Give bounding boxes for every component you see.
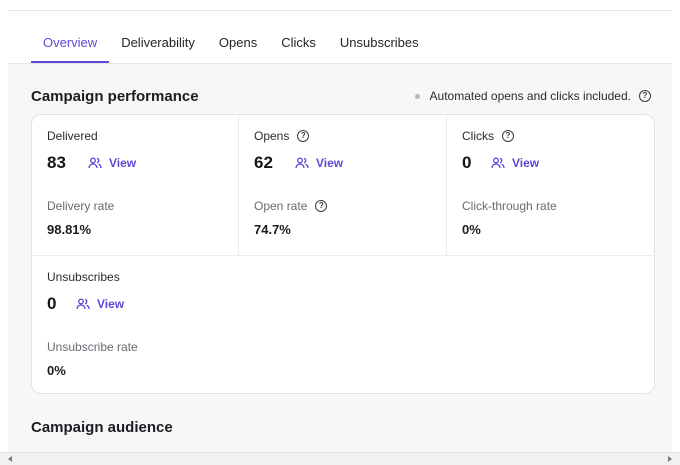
metric-label: Opens xyxy=(254,129,290,143)
scroll-left-icon[interactable] xyxy=(8,456,12,462)
view-unsubscribes-button[interactable]: View xyxy=(76,297,124,311)
view-label: View xyxy=(97,297,125,311)
rate-label: Open rate xyxy=(254,199,308,213)
campaign-performance-title: Campaign performance xyxy=(31,88,199,105)
view-clicks-button[interactable]: View xyxy=(491,156,539,170)
users-icon xyxy=(491,157,505,169)
metric-value: 62 xyxy=(254,153,273,172)
rate-label: Unsubscribe rate xyxy=(47,340,138,354)
rate-value: 0% xyxy=(47,363,66,378)
metric-unsubscribes: Unsubscribes 0 View Unsubscribe rate 0% xyxy=(32,256,239,396)
rate-value: 74.7% xyxy=(254,222,291,237)
top-divider xyxy=(8,10,672,11)
campaign-audience-title: Campaign audience xyxy=(31,419,173,436)
rate-value: 0% xyxy=(462,222,481,237)
metric-clicks: Clicks ? 0 View Click-through rate 0% xyxy=(447,115,654,255)
metric-delivered: Delivered 83 View Delivery rate 98.81% xyxy=(32,115,239,255)
help-icon[interactable]: ? xyxy=(639,90,651,102)
tab-overview[interactable]: Overview xyxy=(31,30,110,63)
rate-label-row: Open rate ? xyxy=(254,199,328,213)
view-label: View xyxy=(316,156,344,170)
rate-value: 98.81% xyxy=(47,222,92,237)
tab-deliverability[interactable]: Deliverability xyxy=(109,30,207,63)
view-label: View xyxy=(512,156,540,170)
users-icon xyxy=(76,298,90,310)
bullet-dot xyxy=(414,93,420,99)
metric-value: 83 xyxy=(47,153,66,172)
help-icon[interactable]: ? xyxy=(315,200,328,212)
tab-bar: Overview Deliverability Opens Clicks Uns… xyxy=(31,30,431,63)
automated-note-text: Automated opens and clicks included. xyxy=(429,89,631,103)
metric-label: Delivered xyxy=(47,129,98,143)
help-icon[interactable]: ? xyxy=(502,130,514,142)
rate-label: Delivery rate xyxy=(47,199,115,213)
scroll-right-icon[interactable] xyxy=(668,456,672,462)
horizontal-scrollbar[interactable] xyxy=(0,452,680,465)
users-icon xyxy=(88,157,102,169)
metric-opens: Opens ? 62 View Open rate ? 74.7% xyxy=(239,115,446,255)
view-delivered-button[interactable]: View xyxy=(88,156,136,170)
metric-label-row: Clicks ? xyxy=(462,129,514,143)
metric-label: Unsubscribes xyxy=(47,270,120,284)
tab-unsubscribes[interactable]: Unsubscribes xyxy=(328,30,431,63)
tab-clicks[interactable]: Clicks xyxy=(269,30,328,63)
tab-opens[interactable]: Opens xyxy=(207,30,269,63)
view-label: View xyxy=(109,156,137,170)
metric-label: Clicks xyxy=(462,129,494,143)
help-icon[interactable]: ? xyxy=(297,130,310,142)
performance-card: Delivered 83 View Delivery rate 98.81% O… xyxy=(31,114,655,394)
automated-note: Automated opens and clicks included. ? xyxy=(414,89,651,103)
metric-label-row: Opens ? xyxy=(254,129,310,143)
rate-label: Click-through rate xyxy=(462,199,557,213)
view-opens-button[interactable]: View xyxy=(295,156,343,170)
metric-value: 0 xyxy=(462,153,472,172)
metric-value: 0 xyxy=(47,294,57,313)
users-icon xyxy=(295,157,309,169)
